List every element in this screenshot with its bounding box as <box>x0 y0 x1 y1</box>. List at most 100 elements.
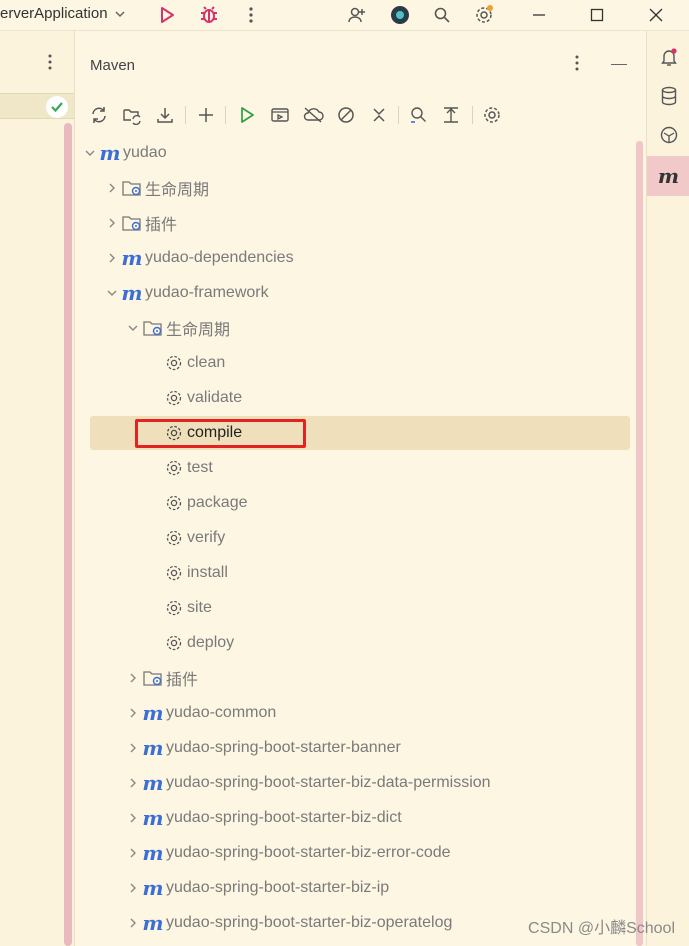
execute-goal-icon[interactable] <box>268 103 292 127</box>
tree-node-module[interactable]: m yudao-spring-boot-starter-biz-ip <box>126 870 389 905</box>
run-icon[interactable] <box>155 3 179 27</box>
node-label: deploy <box>187 633 235 651</box>
analyze-icon[interactable] <box>406 103 430 127</box>
ai-assistant-icon[interactable] <box>388 3 412 27</box>
maven-tool-window: Maven m yudao 生命周期 插件 m yudao-dependenci… <box>75 31 646 946</box>
close-icon[interactable] <box>644 3 668 27</box>
tree-node-module[interactable]: m yudao-spring-boot-starter-biz-dict <box>126 800 402 835</box>
ai-icon[interactable] <box>657 123 681 147</box>
node-label: yudao-spring-boot-starter-biz-dict <box>166 808 402 826</box>
node-label: yudao-framework <box>145 283 269 301</box>
gear-icon <box>163 527 185 549</box>
chevron-down-icon[interactable] <box>126 321 140 335</box>
skip-tests-icon[interactable] <box>334 103 358 127</box>
maximize-icon[interactable] <box>585 3 609 27</box>
chevron-right-icon[interactable] <box>126 741 140 755</box>
expand-icon[interactable] <box>439 103 463 127</box>
gear-icon <box>163 492 185 514</box>
tree-node-goal-selected[interactable]: compile <box>163 415 242 450</box>
chevron-down-icon[interactable] <box>105 286 119 300</box>
maven-icon: m <box>121 280 143 305</box>
hide-panel-icon[interactable] <box>611 64 627 65</box>
search-icon[interactable] <box>430 3 454 27</box>
tree-node-module[interactable]: m yudao-spring-boot-starter-biz-operatel… <box>126 905 452 940</box>
tree-node-module[interactable]: m yudao-common <box>126 695 276 730</box>
tree-node-goal[interactable]: package <box>163 485 248 520</box>
maven-tool-button[interactable]: m <box>647 156 689 196</box>
chevron-right-icon[interactable] <box>105 216 119 230</box>
node-label: site <box>187 598 212 616</box>
maven-icon: m <box>142 735 164 760</box>
chevron-right-icon[interactable] <box>126 671 140 685</box>
reload-icon[interactable] <box>87 103 111 127</box>
tree-node-root[interactable]: m yudao <box>83 135 167 170</box>
maven-icon: m <box>99 140 121 165</box>
settings-icon[interactable] <box>472 3 496 27</box>
chevron-right-icon[interactable] <box>126 811 140 825</box>
notifications-icon[interactable] <box>657 45 681 69</box>
chevron-right-icon[interactable] <box>126 776 140 790</box>
config-folder-icon <box>142 667 164 689</box>
chevron-right-icon[interactable] <box>105 181 119 195</box>
chevron-down-icon[interactable] <box>83 146 97 160</box>
add-user-icon[interactable] <box>345 3 369 27</box>
more-icon[interactable] <box>40 51 60 73</box>
reload-folder-icon[interactable] <box>120 103 144 127</box>
database-icon[interactable] <box>657 84 681 108</box>
debug-icon[interactable] <box>197 3 221 27</box>
tree-node-module[interactable]: m yudao-spring-boot-starter-biz-error-co… <box>126 835 451 870</box>
tree-node-plugins[interactable]: 插件 <box>105 205 177 240</box>
maven-icon: m <box>142 805 164 830</box>
maven-icon: m <box>142 700 164 725</box>
watermark: CSDN @小麟School <box>528 920 675 937</box>
chevron-down-icon <box>114 8 126 20</box>
node-label: yudao-spring-boot-starter-biz-data-permi… <box>166 773 491 791</box>
tree-node-plugins[interactable]: 插件 <box>126 660 198 695</box>
tree-node-goal[interactable]: deploy <box>163 625 234 660</box>
add-icon[interactable] <box>194 103 218 127</box>
collapse-icon[interactable] <box>367 103 391 127</box>
tree-node-module[interactable]: m yudao-spring-boot-starter-biz-data-per… <box>126 765 491 800</box>
tree-node-goal[interactable]: validate <box>163 380 242 415</box>
chevron-right-icon[interactable] <box>126 881 140 895</box>
node-label: yudao-dependencies <box>145 248 294 266</box>
node-label: package <box>187 493 248 511</box>
chevron-right-icon[interactable] <box>105 251 119 265</box>
tree-node-lifecycle[interactable]: 生命周期 <box>105 170 209 205</box>
tree-node-module[interactable]: m yudao-spring-boot-starter-banner <box>126 730 401 765</box>
maven-icon: m <box>121 245 143 270</box>
minimize-icon[interactable] <box>527 3 551 27</box>
scrollbar[interactable] <box>64 123 72 946</box>
maven-icon: m <box>142 770 164 795</box>
node-label: 生命周期 <box>145 181 210 199</box>
tree-node-module[interactable]: m yudao-framework <box>105 275 269 310</box>
node-label: yudao-spring-boot-starter-biz-operatelog <box>166 913 453 931</box>
settings-icon[interactable] <box>480 103 504 127</box>
check-icon <box>46 96 68 118</box>
node-label: yudao-spring-boot-starter-biz-ip <box>166 878 390 896</box>
node-label: yudao-spring-boot-starter-biz-error-code <box>166 843 451 861</box>
right-tool-strip: m <box>646 31 689 946</box>
maven-icon: m <box>142 840 164 865</box>
config-folder-icon <box>121 212 143 234</box>
download-icon[interactable] <box>153 103 177 127</box>
tree-node-goal[interactable]: site <box>163 590 212 625</box>
more-icon[interactable] <box>239 3 263 27</box>
maven-icon: m <box>142 910 164 935</box>
tree-node-goal[interactable]: install <box>163 555 228 590</box>
more-icon[interactable] <box>575 55 579 71</box>
tree-node-module[interactable]: m yudao-dependencies <box>105 240 294 275</box>
tree-node-goal[interactable]: test <box>163 450 213 485</box>
offline-icon[interactable] <box>301 103 325 127</box>
tree-node-lifecycle[interactable]: 生命周期 <box>126 310 230 345</box>
run-icon[interactable] <box>235 103 259 127</box>
tree-node-goal[interactable]: clean <box>163 345 225 380</box>
chevron-right-icon[interactable] <box>126 916 140 930</box>
tree-node-goal[interactable]: verify <box>163 520 225 555</box>
config-folder-icon <box>142 317 164 339</box>
chevron-right-icon[interactable] <box>126 846 140 860</box>
scrollbar[interactable] <box>636 141 643 946</box>
run-configuration-selector[interactable]: erverApplication <box>0 5 126 22</box>
node-label: yudao <box>123 143 167 161</box>
chevron-right-icon[interactable] <box>126 706 140 720</box>
